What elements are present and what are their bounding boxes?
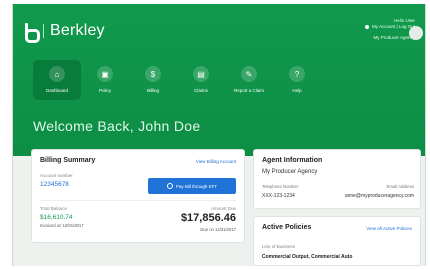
browser-frame: Berkley Hello User My Account | Log Out … <box>12 4 426 266</box>
billing-icon: $ <box>145 66 161 82</box>
nav-claims-label: Claims <box>194 88 208 93</box>
nav-policy-label: Policy <box>98 88 111 93</box>
claims-icon: ▤ <box>193 66 209 82</box>
telephone-value[interactable]: XXX-123-1234 <box>262 193 295 199</box>
due-date: Due on 12/31/2017 <box>200 227 236 232</box>
help-icon: ? <box>289 66 305 82</box>
agent-field-labels: Telephone Number Email Address <box>262 184 414 189</box>
billing-summary-card: Billing Summary View Billing Account Acc… <box>31 149 245 243</box>
payment-icon <box>166 183 173 189</box>
nav-billing[interactable]: $ Billing <box>129 60 177 100</box>
user-icon <box>365 25 370 29</box>
agent-field-values: XXX-123-1234 anne@myproduceragency.com <box>262 193 414 199</box>
line-of-business-label: Line of Business <box>262 244 296 249</box>
brand-logo[interactable]: Berkley <box>23 22 105 43</box>
main-navigation: ⌂ Dashboard ▣ Policy $ Billing ▤ Claims … <box>33 60 323 100</box>
home-icon: ⌂ <box>49 66 65 82</box>
view-billing-account-link[interactable]: View Billing Account <box>196 159 236 164</box>
nav-policy[interactable]: ▣ Policy <box>81 60 129 100</box>
nav-billing-label: Billing <box>146 88 159 93</box>
total-balance-label: Total Balance <box>40 206 68 211</box>
billing-summary-title: Billing Summary <box>40 157 96 164</box>
nav-dashboard[interactable]: ⌂ Dashboard <box>33 60 81 100</box>
nav-help-label: Help <box>292 88 302 93</box>
brand-name: Berkley <box>50 22 105 39</box>
view-active-policies-link[interactable]: View All Active Policies <box>366 226 412 231</box>
amount-due-value: $17,856.46 <box>180 212 236 224</box>
telephone-label: Telephone Number <box>262 184 299 189</box>
nav-dashboard-label: Dashboard <box>45 88 68 93</box>
nav-report-claim[interactable]: ✎ Report a Claim <box>225 60 273 100</box>
policy-line-value: Commercial Output, Commercial Auto <box>262 254 353 260</box>
logo-divider <box>43 24 44 38</box>
amount-due-label: Amount Due <box>210 206 236 211</box>
account-panel: Hello User My Account | Log Out My Produ… <box>365 18 423 41</box>
agency-name: My Producer Agency <box>262 169 318 175</box>
report-icon: ✎ <box>241 66 257 82</box>
email-label: Email Address <box>386 184 414 189</box>
account-number-label: Account number <box>40 173 73 178</box>
hero-banner: Berkley Hello User My Account | Log Out … <box>13 4 425 156</box>
berkley-logo-icon <box>23 23 40 43</box>
account-links[interactable]: My Account | Log Out <box>372 24 415 30</box>
agent-information-card: Agent Information My Producer Agency Tel… <box>253 149 421 209</box>
policy-icon: ▣ <box>97 66 113 82</box>
email-value[interactable]: anne@myproduceragency.com <box>345 193 414 199</box>
active-policies-title: Active Policies <box>262 224 312 231</box>
welcome-message: Welcome Back, John Doe <box>33 118 201 134</box>
total-balance-value: $16,610.74 <box>40 214 73 221</box>
pay-bill-button[interactable]: Pay Bill through EFT <box>148 178 236 194</box>
pay-bill-button-label: Pay Bill through EFT <box>175 183 218 189</box>
nav-claims[interactable]: ▤ Claims <box>177 60 225 100</box>
nav-help[interactable]: ? Help <box>273 60 321 100</box>
billing-divider <box>40 200 236 201</box>
nav-report-claim-label: Report a Claim <box>233 88 264 93</box>
agent-information-title: Agent Information <box>262 157 323 164</box>
invoice-date: Invoiced on 12/01/2017 <box>40 223 84 228</box>
active-policies-card: Active Policies View All Active Policies… <box>253 216 421 266</box>
account-number[interactable]: 12345678 <box>40 181 69 188</box>
avatar[interactable] <box>409 26 423 40</box>
